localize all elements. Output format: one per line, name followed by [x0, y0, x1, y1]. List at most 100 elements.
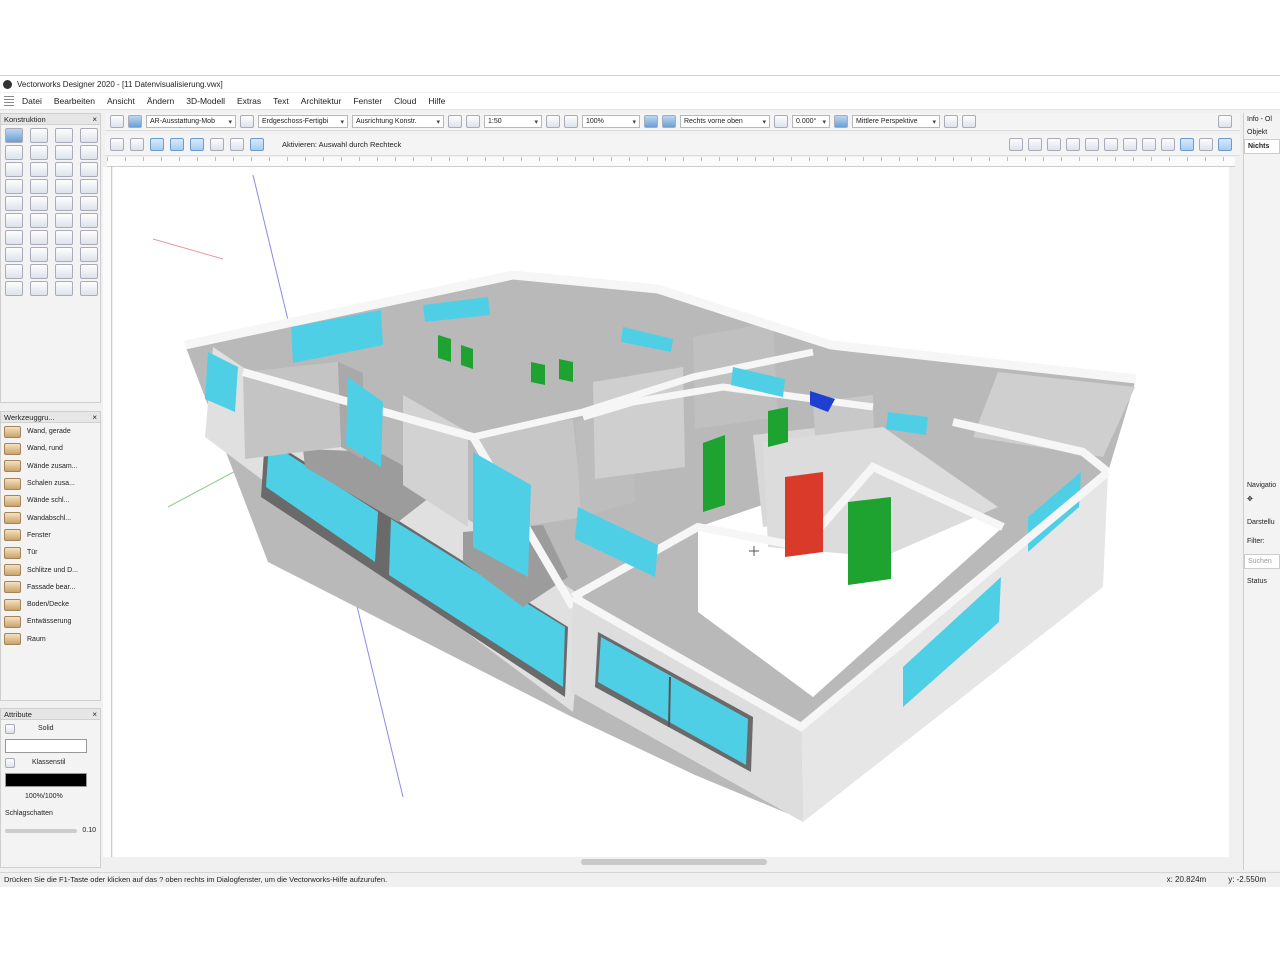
mirror-tool-icon[interactable]	[5, 247, 23, 262]
vertical-scrollbar[interactable]	[1229, 167, 1239, 857]
y-coordinate-field[interactable]: y: -2.550m	[1228, 875, 1266, 884]
offset-tool-icon[interactable]	[55, 196, 73, 211]
dimension-tool-icon[interactable]	[30, 247, 48, 262]
tool-set-item[interactable]: Raum	[1, 631, 100, 648]
oval-tool-icon[interactable]	[80, 162, 98, 177]
tab-nichts[interactable]: Nichts	[1244, 139, 1280, 154]
alignment-select[interactable]: Ausrichtung Konstr.	[352, 115, 444, 128]
menu-text[interactable]: Text	[273, 96, 289, 106]
toggle-icon[interactable]	[1218, 115, 1232, 128]
pen-style-select[interactable]: Klassenstil	[32, 759, 65, 766]
render-mode-icon[interactable]	[644, 115, 658, 128]
loci-tool-icon[interactable]	[30, 281, 48, 296]
stair-tool-icon[interactable]	[5, 264, 23, 279]
tool-set-item[interactable]: Boden/Decke	[1, 596, 100, 613]
menu-hilfe[interactable]: Hilfe	[428, 96, 445, 106]
pushpull-tool-icon[interactable]	[30, 264, 48, 279]
selection-tool-icon[interactable]	[5, 128, 23, 143]
menu-datei[interactable]: Datei	[22, 96, 42, 106]
polygon-select-mode-icon[interactable]	[230, 138, 244, 151]
cursor-mode-icon[interactable]	[130, 138, 144, 151]
standard-view-select[interactable]: Rechts vorne oben	[680, 115, 770, 128]
opacity-value[interactable]: 100%/100%	[25, 793, 63, 800]
text-tool-icon[interactable]	[80, 145, 98, 160]
x-coordinate-field[interactable]: x: 20.824m	[1167, 875, 1207, 884]
symbol-insertion-tool-icon[interactable]	[55, 247, 73, 262]
active-layer-select[interactable]: Erdgeschoss-Fertigbi	[258, 115, 348, 128]
snap-intersection-icon[interactable]	[1104, 138, 1118, 151]
tool-set-item[interactable]: Tür	[1, 544, 100, 561]
tool-set-item[interactable]: Schlitze und D...	[1, 561, 100, 578]
tool-set-item[interactable]: Wand, gerade	[1, 423, 100, 440]
rectangle-select-mode-icon[interactable]	[190, 138, 204, 151]
clock-tool-icon[interactable]	[80, 264, 98, 279]
menu-architektur[interactable]: Architektur	[301, 96, 342, 106]
clip-tool-icon[interactable]	[30, 230, 48, 245]
back-forward-icon[interactable]	[110, 115, 124, 128]
menu-cloud[interactable]: Cloud	[394, 96, 416, 106]
tool-set-item[interactable]: Wände zusam...	[1, 458, 100, 475]
rotate-plan-icon[interactable]	[774, 115, 788, 128]
tool-set-item[interactable]: Schalen zusa...	[1, 475, 100, 492]
move-tool-icon[interactable]	[5, 230, 23, 245]
tool-set-item[interactable]: Wandabschl...	[1, 509, 100, 526]
corner-tool-icon[interactable]	[30, 196, 48, 211]
active-class-select[interactable]: AR-Ausstattung-Mob	[146, 115, 236, 128]
trim-tool-icon[interactable]	[5, 213, 23, 228]
color-palette-icon[interactable]	[962, 115, 976, 128]
double-line-tool-icon[interactable]	[30, 162, 48, 177]
close-icon[interactable]: ×	[92, 115, 97, 124]
curve-tool-icon[interactable]	[5, 281, 23, 296]
projection-select[interactable]: Mittlere Perspektive	[852, 115, 940, 128]
close-icon[interactable]: ×	[92, 413, 97, 422]
navigator-search-input[interactable]: Suchen	[1244, 554, 1280, 569]
layout-icon[interactable]	[834, 115, 848, 128]
zoom-icon[interactable]	[546, 115, 560, 128]
object-snap-icon[interactable]	[1218, 138, 1232, 151]
interactive-scaling-icon[interactable]	[150, 138, 164, 151]
screen-tool-icon[interactable]	[80, 281, 98, 296]
eyedropper-tool-icon[interactable]	[55, 230, 73, 245]
reshape-tool-icon[interactable]	[80, 196, 98, 211]
line-tool-icon[interactable]	[5, 162, 23, 177]
pen-color-swatch[interactable]	[5, 772, 87, 787]
snap-tangent-icon[interactable]	[1123, 138, 1137, 151]
horizontal-scrollbar[interactable]	[113, 857, 1235, 867]
connect-tool-icon[interactable]	[55, 213, 73, 228]
lighting-icon[interactable]	[944, 115, 958, 128]
flyover-tool-icon[interactable]	[80, 128, 98, 143]
single-object-mode-icon[interactable]	[170, 138, 184, 151]
link-tool-icon[interactable]	[55, 281, 73, 296]
split-tool-icon[interactable]	[30, 213, 48, 228]
fill-style-select[interactable]: Solid	[38, 725, 54, 732]
snap-settings-icon[interactable]	[1009, 138, 1023, 151]
mirror-axis-tool-icon[interactable]	[55, 264, 73, 279]
navigator-toolbar-icon[interactable]: ✥	[1244, 492, 1280, 506]
snap-angle-icon[interactable]	[1066, 138, 1080, 151]
menu-fenster[interactable]: Fenster	[353, 96, 382, 106]
pan-tool-icon[interactable]	[55, 128, 73, 143]
menu-aendern[interactable]: Ändern	[147, 96, 174, 106]
snap-grid-icon[interactable]	[1028, 138, 1042, 151]
tab-objekt[interactable]: Objekt	[1244, 126, 1280, 139]
zoom-tool-icon[interactable]	[30, 128, 48, 143]
snap-object-icon[interactable]	[1047, 138, 1061, 151]
tool-set-item[interactable]: Wände schl...	[1, 492, 100, 509]
tool-set-item[interactable]: Fenster	[1, 527, 100, 544]
smart-edge-icon[interactable]	[1161, 138, 1175, 151]
walkthrough-tool-icon[interactable]	[5, 145, 23, 160]
freehand-tool-icon[interactable]	[80, 179, 98, 194]
tool-set-item[interactable]: Entwässerung	[1, 613, 100, 630]
working-plane-icon[interactable]	[1180, 138, 1194, 151]
rectangle-tool-icon[interactable]	[30, 179, 48, 194]
shadow-label[interactable]: Schlagschatten	[5, 810, 53, 817]
snap-surface-icon[interactable]	[1142, 138, 1156, 151]
shortcut-icon[interactable]	[110, 138, 124, 151]
scroll-thumb[interactable]	[581, 859, 767, 865]
menu-extras[interactable]: Extras	[237, 96, 261, 106]
close-icon[interactable]: ×	[92, 710, 97, 719]
layer-snap-icon[interactable]	[1199, 138, 1213, 151]
zoom-select[interactable]: 100%	[582, 115, 640, 128]
fillet-tool-icon[interactable]	[80, 213, 98, 228]
snap-distance-icon[interactable]	[1085, 138, 1099, 151]
